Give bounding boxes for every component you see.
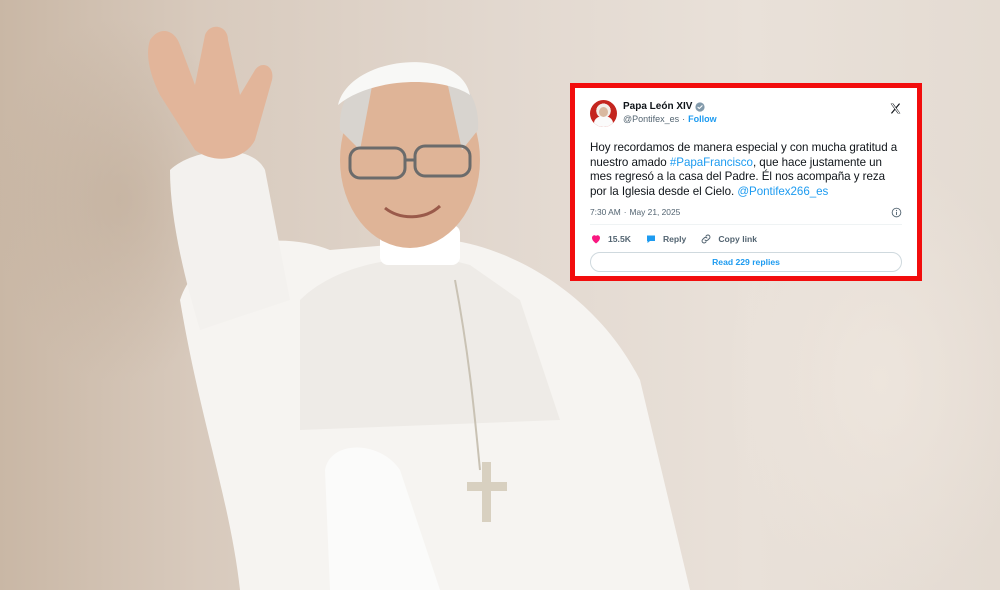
tweet-date[interactable]: May 21, 2025 (630, 207, 681, 217)
mention-link[interactable]: @Pontifex266_es (737, 185, 828, 198)
read-replies-button[interactable]: Read 229 replies (590, 252, 902, 272)
author-block: Papa León XIV @Pontifex_es · Follow (623, 100, 717, 126)
divider (590, 224, 902, 225)
tweet-actions: 15.5K Reply Copy link (590, 227, 902, 251)
separator-dot: · (623, 207, 627, 217)
separator-dot: · (682, 114, 686, 124)
reply-label: Reply (662, 234, 687, 244)
tweet-card[interactable]: Papa León XIV @Pontifex_es · Follow Hoy … (575, 88, 917, 276)
tweet-meta: 7:30 AM · May 21, 2025 (590, 205, 902, 219)
verified-badge-icon (695, 101, 706, 112)
like-count: 15.5K (608, 234, 631, 244)
follow-button[interactable]: Follow (688, 113, 717, 126)
copy-link-label: Copy link (718, 234, 758, 244)
reply-button[interactable]: Reply (645, 233, 686, 245)
like-button[interactable]: 15.5K (590, 233, 631, 245)
hashtag-link[interactable]: #PapaFrancisco (670, 156, 753, 169)
tweet-header: Papa León XIV @Pontifex_es · Follow (590, 100, 902, 130)
tweet-text: Hoy recordamos de manera especial y con … (590, 141, 902, 199)
tweet-time[interactable]: 7:30 AM (590, 207, 621, 217)
link-icon (701, 234, 711, 244)
display-name[interactable]: Papa León XIV (623, 100, 692, 113)
highlighted-tweet-frame: Papa León XIV @Pontifex_es · Follow Hoy … (570, 83, 922, 281)
heart-icon (592, 235, 600, 244)
x-logo-icon[interactable] (889, 102, 902, 115)
info-icon[interactable] (891, 207, 902, 218)
avatar[interactable] (590, 100, 617, 127)
reply-bubble-icon (646, 235, 655, 243)
handle[interactable]: @Pontifex_es (623, 113, 679, 126)
copy-link-button[interactable]: Copy link (700, 233, 757, 245)
